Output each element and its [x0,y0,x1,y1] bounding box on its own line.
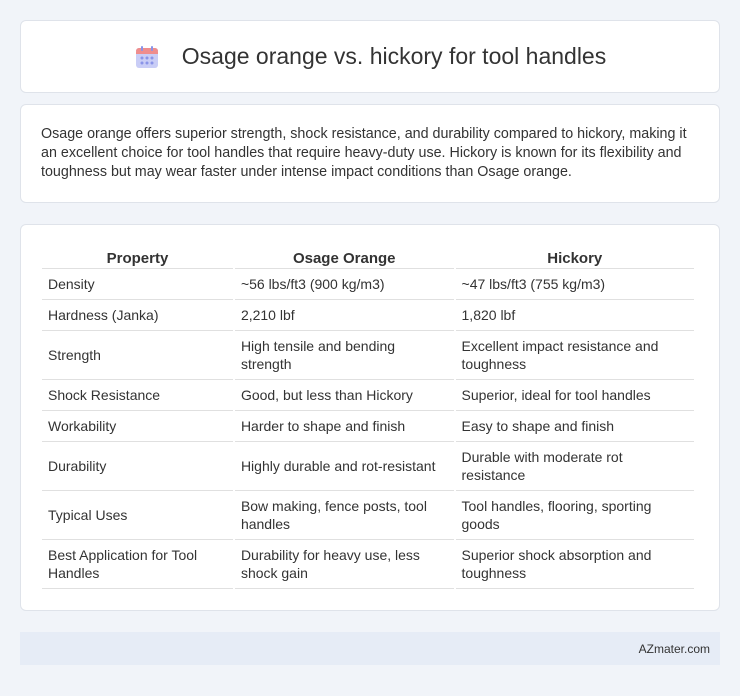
row-hickory-value: Superior, ideal for tool handles [455,380,694,411]
table-row: Typical Uses Bow making, fence posts, to… [42,491,694,540]
row-hickory-value: 1,820 lbf [455,300,694,331]
comparison-table: Property Osage Orange Hickory Density ~5… [40,245,696,589]
row-property: Hardness (Janka) [42,300,233,331]
row-property: Durability [42,442,233,491]
table-row: Durability Highly durable and rot-resist… [42,442,694,491]
footer: AZmater.com [20,632,720,665]
table-row: Shock Resistance Good, but less than Hic… [42,380,694,411]
summary-card: Osage orange offers superior strength, s… [20,104,720,203]
page-title: Osage orange vs. hickory for tool handle… [181,43,607,69]
table-row: Workability Harder to shape and finish E… [42,411,694,442]
row-osage-value: ~56 lbs/ft3 (900 kg/m3) [234,269,454,300]
table-row: Strength High tensile and bending streng… [42,331,694,380]
row-hickory-value: Easy to shape and finish [455,411,694,442]
row-osage-value: High tensile and bending strength [234,331,454,380]
row-property: Workability [42,411,233,442]
row-property: Density [42,269,233,300]
row-hickory-value: Superior shock absorption and toughness [455,540,694,589]
calendar-icon [134,44,160,70]
row-property: Strength [42,331,233,380]
row-osage-value: Highly durable and rot-resistant [234,442,454,491]
row-osage-value: Durability for heavy use, less shock gai… [234,540,454,589]
table-row: Best Application for Tool Handles Durabi… [42,540,694,589]
row-osage-value: Harder to shape and finish [234,411,454,442]
row-hickory-value: Excellent impact resistance and toughnes… [455,331,694,380]
comparison-table-card: Property Osage Orange Hickory Density ~5… [20,224,720,611]
header-property: Property [42,245,233,269]
footer-site-link[interactable]: AZmater.com [639,642,710,656]
row-osage-value: Good, but less than Hickory [234,380,454,411]
header-hickory: Hickory [455,245,694,269]
table-row: Density ~56 lbs/ft3 (900 kg/m3) ~47 lbs/… [42,269,694,300]
row-osage-value: 2,210 lbf [234,300,454,331]
table-row: Hardness (Janka) 2,210 lbf 1,820 lbf [42,300,694,331]
summary-text: Osage orange offers superior strength, s… [41,126,687,180]
row-hickory-value: Durable with moderate rot resistance [455,442,694,491]
row-property: Best Application for Tool Handles [42,540,233,589]
title-card: Osage orange vs. hickory for tool handle… [20,20,720,93]
row-osage-value: Bow making, fence posts, tool handles [234,491,454,540]
row-hickory-value: ~47 lbs/ft3 (755 kg/m3) [455,269,694,300]
row-hickory-value: Tool handles, flooring, sporting goods [455,491,694,540]
header-osage-orange: Osage Orange [234,245,454,269]
row-property: Typical Uses [42,491,233,540]
row-property: Shock Resistance [42,380,233,411]
table-header-row: Property Osage Orange Hickory [42,245,694,269]
